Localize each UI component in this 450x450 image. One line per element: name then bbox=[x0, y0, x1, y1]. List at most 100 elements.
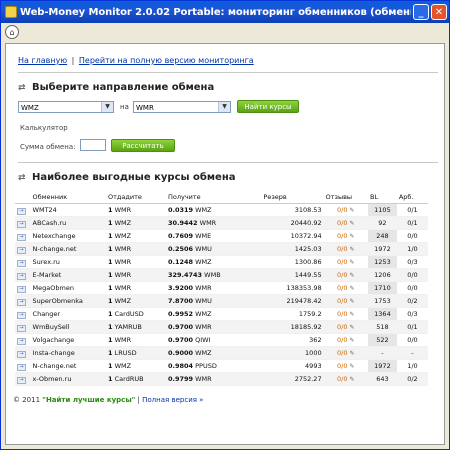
table-row[interactable]: → Netexchange 1 WMZ 0.7609 WME 10372.94 0/0 ✎… bbox=[15, 229, 428, 243]
go-icon[interactable]: → bbox=[17, 363, 26, 371]
amount-input[interactable] bbox=[80, 139, 106, 151]
from-currency-select[interactable]: WMZ ▼ bbox=[18, 101, 114, 113]
table-row[interactable]: → Volgachange 1 WMR 0.9700 QIWI 362 0/0 ✎ 522 0… bbox=[15, 333, 428, 347]
give-amount: 1 bbox=[108, 375, 113, 383]
reviews-icon[interactable]: ✎ bbox=[350, 259, 355, 266]
table-row[interactable]: → SuperObmenka 1 WMZ 7.8700 WMU 219478.42 0/0… bbox=[15, 294, 428, 308]
reviews-cell: 0/0 ✎ bbox=[323, 307, 368, 321]
go-icon[interactable]: → bbox=[17, 298, 26, 306]
reserve: 1759.2 bbox=[261, 307, 324, 321]
reviews-cell: 0/0 ✎ bbox=[323, 255, 368, 269]
reviews-icon[interactable]: ✎ bbox=[350, 272, 355, 279]
calculate-button[interactable]: Рассчитать bbox=[111, 139, 175, 152]
get-currency: WMR bbox=[195, 375, 212, 383]
table-row[interactable]: → E-Market 1 WMR 329.4743 WMB 1449.55 0/0 ✎ 12… bbox=[15, 268, 428, 282]
reviews-icon[interactable]: ✎ bbox=[350, 298, 355, 305]
calculator-label: Калькулятор bbox=[20, 124, 68, 132]
row-icon-cell[interactable]: → bbox=[15, 255, 31, 269]
bl: 522 bbox=[368, 333, 397, 347]
reserve: 18185.92 bbox=[261, 320, 324, 334]
row-icon-cell[interactable]: → bbox=[15, 307, 31, 321]
row-icon-cell[interactable]: → bbox=[15, 333, 31, 347]
reviews-icon[interactable]: ✎ bbox=[350, 246, 355, 253]
row-icon-cell[interactable]: → bbox=[15, 281, 31, 295]
table-row[interactable]: → ABCash.ru 1 WMZ 30.9442 WMR 20440.92 0/0 ✎ 9… bbox=[15, 216, 428, 230]
reviews-icon[interactable]: ✎ bbox=[350, 324, 355, 331]
table-row[interactable]: → x-Obmen.ru 1 CardRUB 0.9799 WMR 2752.27 0/0… bbox=[15, 372, 428, 386]
get-amount: 0.7609 bbox=[167, 232, 194, 240]
go-icon[interactable]: → bbox=[17, 376, 26, 384]
minimize-button[interactable]: _ bbox=[413, 4, 429, 20]
header-arb: Арб. bbox=[396, 191, 428, 204]
give-currency: YAMRUB bbox=[114, 323, 142, 331]
to-currency-select[interactable]: WMR ▼ bbox=[133, 101, 231, 113]
home-icon[interactable]: ⌂ bbox=[5, 25, 19, 39]
table-row[interactable]: → Surex.ru 1 WMR 0.1248 WMZ 1300.86 0/0 ✎ 1253… bbox=[15, 255, 428, 269]
go-icon[interactable]: → bbox=[17, 324, 26, 332]
arb: 0/0 bbox=[396, 333, 428, 347]
give-cell: 1 CardUSD bbox=[106, 307, 166, 321]
row-icon-cell[interactable]: → bbox=[15, 372, 31, 386]
go-icon[interactable]: → bbox=[17, 285, 26, 293]
row-icon-cell[interactable]: → bbox=[15, 216, 31, 230]
home-link[interactable]: На главную bbox=[18, 56, 67, 65]
reviews-icon[interactable]: ✎ bbox=[350, 311, 355, 318]
row-icon-cell[interactable]: → bbox=[15, 242, 31, 256]
reviews-icon[interactable]: ✎ bbox=[350, 207, 355, 214]
divider bbox=[18, 162, 438, 163]
go-icon[interactable]: → bbox=[17, 246, 26, 254]
go-icon[interactable]: → bbox=[17, 220, 26, 228]
direction-title-text: Выберите направление обмена bbox=[32, 82, 215, 93]
reviews-icon[interactable]: ✎ bbox=[350, 220, 355, 227]
reviews-cell: 0/0 ✎ bbox=[323, 216, 368, 230]
table-row[interactable]: → N-change.net 1 WMZ 0.9804 PPUSD 4993 0/0 ✎ 1… bbox=[15, 359, 428, 373]
go-icon[interactable]: → bbox=[17, 350, 26, 358]
find-rates-button[interactable]: Найти курсы bbox=[237, 100, 299, 113]
table-row[interactable]: → WMT24 1 WMR 0.0319 WMZ 3108.53 0/0 ✎ 1105 0/1 bbox=[15, 203, 428, 217]
row-icon-cell[interactable]: → bbox=[15, 294, 31, 308]
go-icon[interactable]: → bbox=[17, 207, 26, 215]
go-icon[interactable]: → bbox=[17, 337, 26, 345]
reviews-cell: 0/0 ✎ bbox=[323, 203, 368, 217]
get-currency: WMR bbox=[199, 219, 217, 227]
title-bar[interactable]: Web-Money Monitor 2.0.02 Portable: монит… bbox=[1, 1, 449, 23]
reviews-icon[interactable]: ✎ bbox=[350, 350, 355, 357]
table-row[interactable]: → N-change.net 1 WMR 0.2506 WMU 1425.03 0/0 ✎… bbox=[15, 242, 428, 256]
reviews-cell: 0/0 ✎ bbox=[323, 372, 368, 386]
row-icon-cell[interactable]: → bbox=[15, 229, 31, 243]
row-icon-cell[interactable]: → bbox=[15, 346, 31, 360]
reviews-icon[interactable]: ✎ bbox=[350, 376, 355, 383]
table-row[interactable]: → Insta-change 1 LRUSD 0.9000 WMZ 1000 0/0 ✎ -… bbox=[15, 346, 428, 360]
footer-brand[interactable]: Найти лучшие курсы bbox=[46, 396, 132, 404]
footer-full-version-link[interactable]: Полная версия » bbox=[142, 396, 203, 404]
go-icon[interactable]: → bbox=[17, 311, 26, 319]
row-icon-cell[interactable]: → bbox=[15, 203, 31, 217]
go-icon[interactable]: → bbox=[17, 233, 26, 241]
reviews-cell: 0/0 ✎ bbox=[323, 320, 368, 334]
arb: 0/0 bbox=[396, 229, 428, 243]
exchanger-name: ABCash.ru bbox=[30, 216, 107, 230]
table-row[interactable]: → Changer 1 CardUSD 0.9952 WMZ 1759.2 0/0 ✎ 13… bbox=[15, 307, 428, 321]
give-currency: WMR bbox=[114, 258, 132, 266]
go-icon[interactable]: → bbox=[17, 272, 26, 280]
reviews-icon[interactable]: ✎ bbox=[350, 337, 355, 344]
table-row[interactable]: → MegaObmen 1 WMR 3.9200 WMR 138353.98 0/0 ✎ 1… bbox=[15, 281, 428, 295]
reviews-icon[interactable]: ✎ bbox=[350, 285, 355, 292]
give-amount: 1 bbox=[108, 219, 113, 227]
get-currency: WMZ bbox=[195, 310, 212, 318]
row-icon-cell[interactable]: → bbox=[15, 268, 31, 282]
row-icon-cell[interactable]: → bbox=[15, 359, 31, 373]
get-cell: 0.1248 WMZ bbox=[165, 255, 262, 269]
table-row[interactable]: → WmBuySell 1 YAMRUB 0.9700 WMR 18185.92 0/0 … bbox=[15, 320, 428, 334]
close-button[interactable]: ✕ bbox=[431, 4, 447, 20]
exchanger-name: Volgachange bbox=[30, 333, 107, 347]
row-icon-cell[interactable]: → bbox=[15, 320, 31, 334]
reviews-icon[interactable]: ✎ bbox=[350, 233, 355, 240]
bl: 1972 bbox=[368, 242, 397, 256]
reviews-icon[interactable]: ✎ bbox=[350, 363, 355, 370]
header-icon-col bbox=[15, 191, 31, 204]
full-version-link[interactable]: Перейти на полную версию мониторинга bbox=[79, 56, 254, 65]
go-icon[interactable]: → bbox=[17, 259, 26, 267]
from-currency-value: WMZ bbox=[21, 104, 39, 112]
give-amount: 1 bbox=[108, 336, 113, 344]
